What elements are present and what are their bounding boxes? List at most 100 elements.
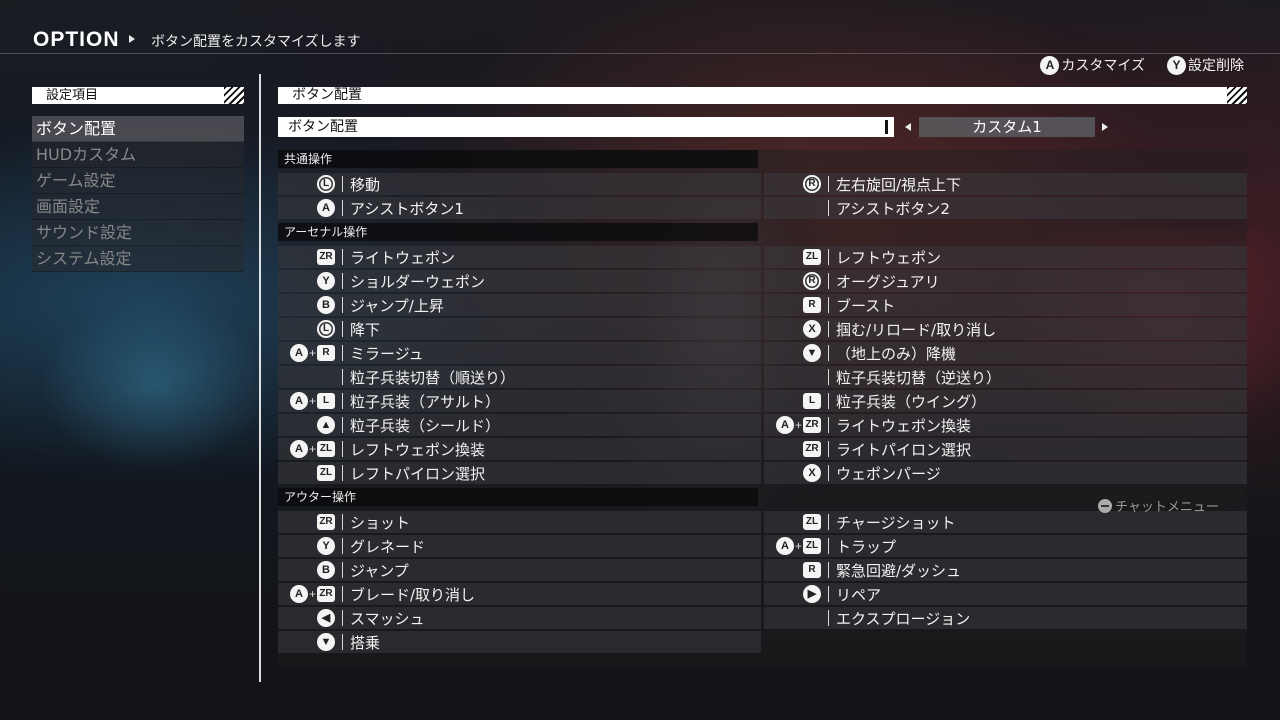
stick-icon: R (803, 175, 821, 193)
separator (828, 562, 829, 578)
main-heading-label: ボタン配置 (292, 87, 362, 103)
face-button-icon: Y (317, 537, 335, 555)
binding-label: リペア (836, 585, 882, 604)
binding-row[interactable]: R 緊急回避/ダッシュ (764, 559, 1247, 581)
separator (828, 273, 829, 289)
binding-row[interactable]: Y グレネード (278, 535, 761, 557)
binding-icons: Y (278, 537, 335, 555)
plus-icon: + (308, 394, 316, 408)
separator (828, 321, 829, 337)
binding-row[interactable]: R オーグジュアリ (764, 270, 1247, 292)
sidebar-item-sound-settings[interactable]: サウンド設定 (32, 220, 244, 246)
binding-row[interactable]: A + R ミラージュ (278, 342, 761, 364)
sidebar-item-button-config[interactable]: ボタン配置 (32, 116, 244, 142)
binding-icons: L (278, 320, 335, 338)
binding-row[interactable]: B ジャンプ (278, 559, 761, 581)
hint-customize[interactable]: A カスタマイズ (1040, 55, 1145, 75)
binding-icons: L (764, 393, 821, 409)
preset-value[interactable]: カスタム1 (919, 117, 1095, 137)
binding-icons: A + ZR (764, 416, 821, 434)
sidebar-item-system-settings[interactable]: システム設定 (32, 246, 244, 272)
preset-name-field[interactable]: ボタン配置 (278, 117, 894, 137)
binding-row[interactable]: R ブースト (764, 294, 1247, 316)
shoulder-button-icon: R (803, 562, 821, 578)
y-button-icon: Y (1167, 55, 1186, 75)
binding-label: ジャンプ (350, 561, 409, 580)
binding-row[interactable]: ZL レフトウェポン (764, 246, 1247, 268)
sidebar-item-display-settings[interactable]: 画面設定 (32, 194, 244, 220)
separator (828, 200, 829, 216)
shoulder-button-icon: ZL (803, 249, 821, 265)
separator (342, 441, 343, 457)
binding-row[interactable]: Y ショルダーウェポン (278, 270, 761, 292)
stick-icon: L (317, 175, 335, 193)
face-button-icon: A (317, 199, 335, 217)
binding-row[interactable]: R 左右旋回/視点上下 (764, 173, 1247, 195)
binding-row[interactable]: L 粒子兵装（ウイング） (764, 390, 1247, 412)
binding-icons: X (764, 320, 821, 338)
chat-menu-label: チャットメニュー (1115, 500, 1219, 515)
binding-icons: ZR (764, 441, 821, 457)
separator (342, 249, 343, 265)
binding-row[interactable]: A + ZL トラップ (764, 535, 1247, 557)
binding-row[interactable]: ▶ リペア (764, 583, 1247, 605)
binding-row[interactable]: L 移動 (278, 173, 761, 195)
binding-label: ショルダーウェポン (350, 272, 486, 291)
binding-row[interactable]: A + ZR ブレード/取り消し (278, 583, 761, 605)
binding-row[interactable]: ◀ スマッシュ (278, 607, 761, 629)
binding-row[interactable]: A アシストボタン1 (278, 197, 761, 219)
binding-row[interactable]: ▼ 搭乗 (278, 631, 761, 653)
binding-row[interactable]: A + L 粒子兵装（アサルト） (278, 390, 761, 412)
binding-row[interactable]: B ジャンプ/上昇 (278, 294, 761, 316)
binding-label: スマッシュ (350, 609, 425, 628)
face-button-icon: ▲ (317, 416, 335, 434)
face-button-icon: A (775, 416, 794, 434)
binding-label: 粒子兵装（シールド） (350, 416, 501, 435)
binding-icons: ZL (278, 465, 335, 481)
separator (342, 610, 343, 626)
face-button-icon: ▶ (803, 585, 821, 603)
shoulder-button-icon: ZL (803, 538, 821, 554)
separator (342, 538, 343, 554)
face-button-icon: B (317, 296, 335, 314)
binding-row[interactable]: ▲ 粒子兵装（シールド） (278, 414, 761, 436)
plus-icon: + (794, 539, 802, 553)
separator (342, 200, 343, 216)
arrow-left-icon[interactable] (905, 123, 911, 131)
face-button-icon: B (317, 561, 335, 579)
binding-row[interactable]: X 掴む/リロード/取り消し (764, 318, 1247, 340)
binding-row[interactable]: ZR ショット (278, 511, 761, 533)
binding-row[interactable]: ZR ライトパイロン選択 (764, 438, 1247, 460)
sidebar-heading: 設定項目 (32, 87, 244, 104)
binding-row[interactable]: ▼ （地上のみ）降機 (764, 342, 1247, 364)
section-label: アウター操作 (278, 488, 758, 506)
binding-row[interactable]: A + ZR ライトウェポン換装 (764, 414, 1247, 436)
binding-label: 粒子兵装（アサルト） (350, 392, 501, 411)
face-button-icon: X (803, 464, 821, 482)
binding-label: 左右旋回/視点上下 (836, 175, 962, 194)
binding-row[interactable]: X ウェポンパージ (764, 462, 1247, 484)
separator (828, 393, 829, 409)
binding-icons: ▼ (764, 344, 821, 362)
shoulder-button-icon: ZR (317, 249, 335, 265)
binding-row[interactable]: アシストボタン2 (764, 197, 1247, 219)
separator (828, 441, 829, 457)
arrow-right-icon[interactable] (1102, 123, 1108, 131)
shoulder-button-icon: ZL (317, 465, 335, 481)
binding-row[interactable]: L 降下 (278, 318, 761, 340)
sidebar-item-hud-custom[interactable]: HUDカスタム (32, 142, 244, 168)
binding-row[interactable]: 粒子兵装切替（順送り） (278, 366, 761, 388)
binding-row[interactable]: ZR ライトウェポン (278, 246, 761, 268)
binding-row[interactable]: ZL レフトパイロン選択 (278, 462, 761, 484)
binding-row[interactable]: A + ZL レフトウェポン換装 (278, 438, 761, 460)
binding-row[interactable]: 粒子兵装切替（逆送り） (764, 366, 1247, 388)
binding-icons: ZL (764, 249, 821, 265)
separator (342, 514, 343, 530)
separator (342, 465, 343, 481)
sidebar-item-game-settings[interactable]: ゲーム設定 (32, 168, 244, 194)
hint-delete-setting[interactable]: Y 設定削除 (1167, 55, 1244, 75)
binding-row[interactable]: エクスプロージョン (764, 607, 1247, 629)
binding-label: 移動 (350, 175, 381, 194)
binding-icons: Y (278, 272, 335, 290)
face-button-icon: ◀ (317, 609, 335, 627)
